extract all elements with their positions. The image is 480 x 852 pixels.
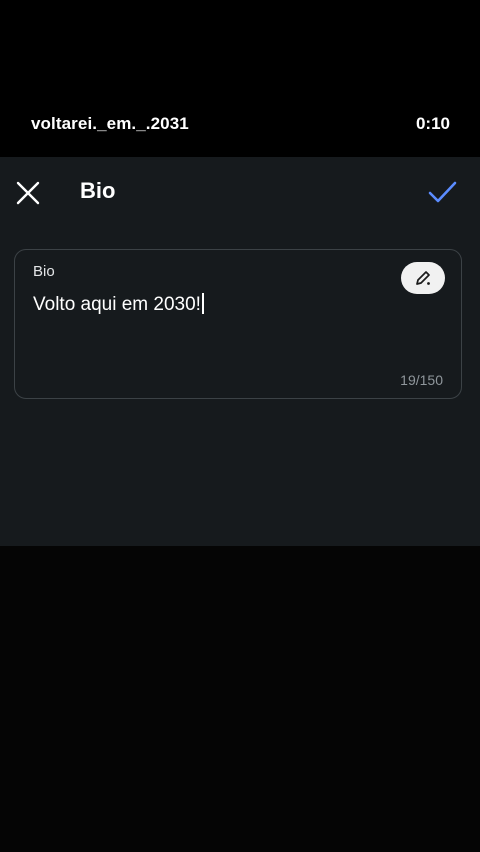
video-timer: 0:10 xyxy=(415,114,450,133)
page-title: Bio xyxy=(80,178,116,203)
bio-editor-sheet: Bio Bio Volto aqui em 2030! 19/150 xyxy=(0,157,480,546)
close-button[interactable] xyxy=(12,177,44,209)
bio-field-label: Bio xyxy=(33,263,55,280)
account-name[interactable]: voltarei._em._.2031 xyxy=(31,114,189,134)
bio-field-value-row[interactable]: Volto aqui em 2030! xyxy=(33,293,204,316)
bio-field-value[interactable]: Volto aqui em 2030! xyxy=(33,294,201,315)
edit-button[interactable] xyxy=(401,262,445,294)
bio-input-field[interactable]: Bio Volto aqui em 2030! 19/150 xyxy=(14,249,462,399)
screen: voltarei._em._.2031 0:10 Bio Bio Volto a… xyxy=(0,0,480,852)
pencil-icon xyxy=(416,271,430,285)
editor-top-bar: Bio xyxy=(0,157,480,227)
character-counter: 19/150 xyxy=(400,372,443,388)
text-cursor xyxy=(201,293,204,314)
video-header: voltarei._em._.2031 0:10 xyxy=(0,0,480,157)
confirm-button[interactable] xyxy=(426,176,458,208)
close-icon xyxy=(16,181,40,205)
checkmark-icon xyxy=(428,181,457,203)
background-area xyxy=(0,546,480,852)
